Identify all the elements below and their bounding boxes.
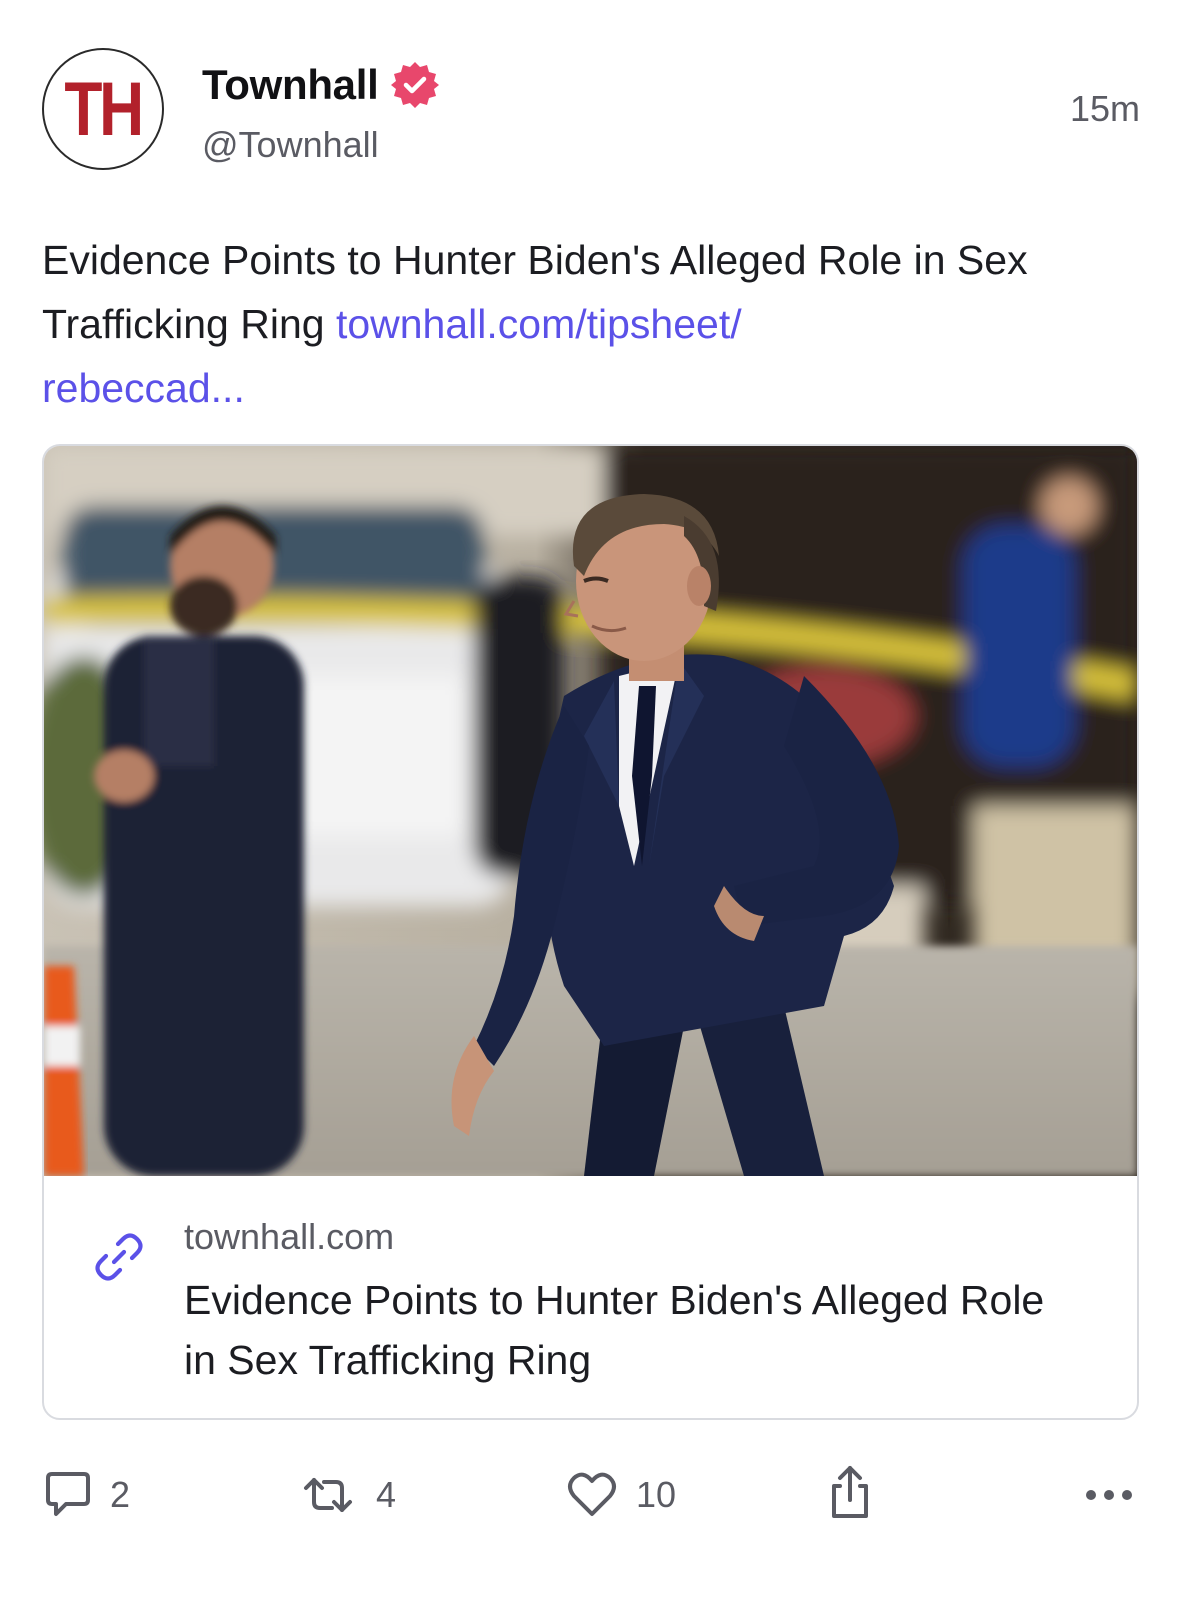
author-name[interactable]: Townhall: [202, 60, 440, 110]
repost-button[interactable]: 4: [298, 1470, 396, 1520]
link-icon: [95, 1233, 143, 1281]
post-text: Evidence Points to Hunter Biden's Allege…: [42, 228, 1142, 420]
share-button[interactable]: [826, 1462, 874, 1522]
more-icon: [1086, 1490, 1132, 1500]
reply-count: 2: [110, 1474, 131, 1515]
repost-count: 4: [376, 1474, 397, 1515]
post-timestamp[interactable]: 15m: [1070, 88, 1140, 130]
share-icon: [832, 1466, 868, 1518]
more-options-button[interactable]: [1084, 1488, 1134, 1502]
like-count: 10: [636, 1474, 677, 1515]
heart-icon: [568, 1472, 616, 1516]
link-card[interactable]: townhall.com Evidence Points to Hunter B…: [42, 444, 1139, 1420]
verified-badge-icon: [391, 62, 440, 108]
repost-icon: [304, 1478, 352, 1512]
display-name: Townhall: [202, 61, 379, 108]
reply-button[interactable]: 2: [44, 1470, 130, 1520]
link-card-meta[interactable]: townhall.com Evidence Points to Hunter B…: [44, 1176, 1137, 1418]
post-link-part2: rebeccad...: [42, 365, 245, 411]
link-card-image[interactable]: [44, 446, 1137, 1176]
author-handle[interactable]: @Townhall: [202, 124, 379, 166]
post-link-part1: townhall.com/tipsheet/: [335, 301, 742, 347]
link-card-domain: townhall.com: [184, 1216, 395, 1257]
avatar-initials: TH: [64, 67, 145, 152]
like-button[interactable]: 10: [566, 1470, 676, 1520]
avatar[interactable]: TH: [42, 48, 164, 170]
post-actions: 2 4 10: [0, 1448, 1202, 1558]
link-card-title: Evidence Points to Hunter Biden's Allege…: [184, 1277, 1045, 1383]
photo-man-in-navy-suit-walking: [44, 446, 1137, 1176]
reply-icon: [46, 1472, 90, 1516]
